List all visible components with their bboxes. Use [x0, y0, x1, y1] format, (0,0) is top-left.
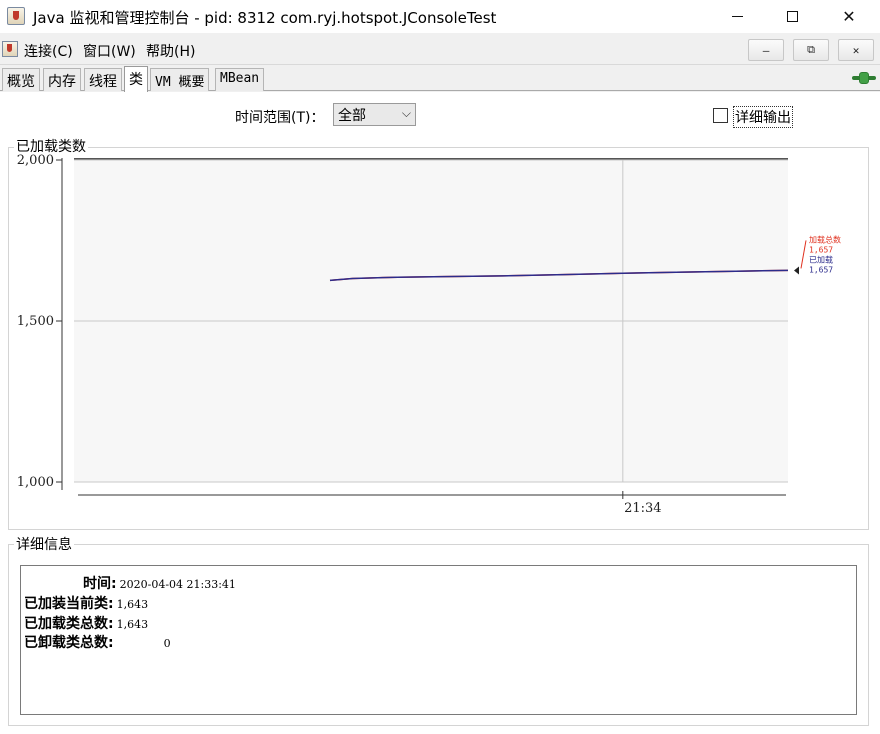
time-range-select[interactable]: 全部 ⌵: [333, 103, 416, 126]
inner-restore-icon: ⧉: [807, 43, 815, 56]
detail-key: 已加装当前类:: [24, 596, 114, 612]
time-range-label: 时间范围(T)：: [235, 110, 325, 126]
menu-bar: 连接(C) 窗口(W) 帮助(H) – ⧉ ✕: [0, 33, 880, 65]
detail-row-total-loaded: 已加载类总数: 1,643: [24, 613, 148, 633]
detail-row-current-loaded: 已加装当前类: 1,643: [24, 593, 148, 613]
inner-close-button[interactable]: ✕: [838, 39, 874, 61]
minimize-icon: [731, 16, 743, 17]
tab-vm-summary[interactable]: VM 概要: [150, 68, 210, 91]
close-icon: ✕: [842, 7, 856, 26]
detail-row-total-unloaded: 已卸载类总数: 0: [24, 632, 171, 652]
classes-tab-content: 时间范围(T)： 全部 ⌵ 详细输出 已加载类数 2,000 1,500 1,000…: [0, 92, 880, 734]
time-range-value: 全部: [338, 108, 366, 124]
maximize-icon: [786, 11, 798, 22]
chevron-down-icon: ⌵: [401, 106, 411, 120]
y-tick-label: 2,000: [17, 153, 54, 168]
y-tick-label: 1,000: [17, 475, 54, 490]
verbose-output-label[interactable]: 详细输出: [733, 106, 793, 128]
verbose-output-checkbox[interactable]: [713, 108, 728, 123]
current-value-marker: [794, 266, 799, 275]
legend-series-total-name: 加载总数: [809, 234, 841, 244]
legend-series-total-value: 1,657: [809, 245, 833, 254]
menu-help[interactable]: 帮助(H): [146, 41, 195, 61]
close-button[interactable]: ✕: [826, 0, 872, 33]
detail-key: 已加载类总数:: [24, 616, 114, 632]
menu-window[interactable]: 窗口(W): [83, 41, 136, 61]
title-bar: Java 监视和管理控制台 - pid: 8312 com.ryj.hotspo…: [0, 0, 880, 33]
detail-row-time: 时间: 2020-04-04 21:33:41: [83, 573, 236, 593]
java-menu-icon[interactable]: [2, 41, 18, 57]
detail-key: 时间:: [83, 576, 117, 592]
tab-classes[interactable]: 类: [124, 66, 148, 92]
connection-status-icon[interactable]: [852, 72, 876, 84]
java-app-icon: [7, 7, 25, 25]
inner-minimize-icon: –: [762, 43, 770, 57]
tab-mbean[interactable]: MBean: [215, 68, 265, 91]
tab-memory[interactable]: 内存: [43, 68, 81, 91]
inner-restore-button[interactable]: ⧉: [793, 39, 829, 61]
details-box: 时间: 2020-04-04 21:33:41 已加装当前类: 1,643 已加载类…: [20, 565, 857, 715]
detail-key: 已卸载类总数:: [24, 635, 114, 651]
inner-minimize-button[interactable]: –: [748, 39, 784, 61]
tab-threads[interactable]: 线程: [84, 68, 122, 91]
window-title: Java 监视和管理控制台 - pid: 8312 com.ryj.hotspo…: [33, 9, 497, 27]
legend-series-loaded-value: 1,657: [809, 265, 833, 274]
maximize-button[interactable]: [769, 0, 815, 33]
x-tick-label: 21:34: [624, 501, 661, 516]
inner-close-icon: ✕: [852, 43, 860, 57]
tab-bar: 概览 内存 线程 类 VM 概要 MBean: [0, 66, 880, 92]
detail-value: 1,643: [116, 598, 149, 611]
detail-value: 2020-04-04 21:33:41: [119, 578, 236, 591]
details-title: 详细信息: [14, 534, 74, 554]
loaded-classes-chart: 2,0001,5001,00021:34加载总数1,657已加载1,657: [17, 153, 841, 516]
detail-value: 0: [163, 637, 171, 650]
tab-overview[interactable]: 概览: [2, 68, 40, 91]
menu-connection[interactable]: 连接(C): [24, 41, 73, 61]
detail-value: 1,643: [116, 618, 149, 631]
minimize-button[interactable]: [714, 0, 760, 33]
legend-series-loaded-name: 已加载: [809, 254, 833, 264]
y-tick-label: 1,500: [17, 314, 54, 329]
legend-connector: [800, 240, 807, 269]
